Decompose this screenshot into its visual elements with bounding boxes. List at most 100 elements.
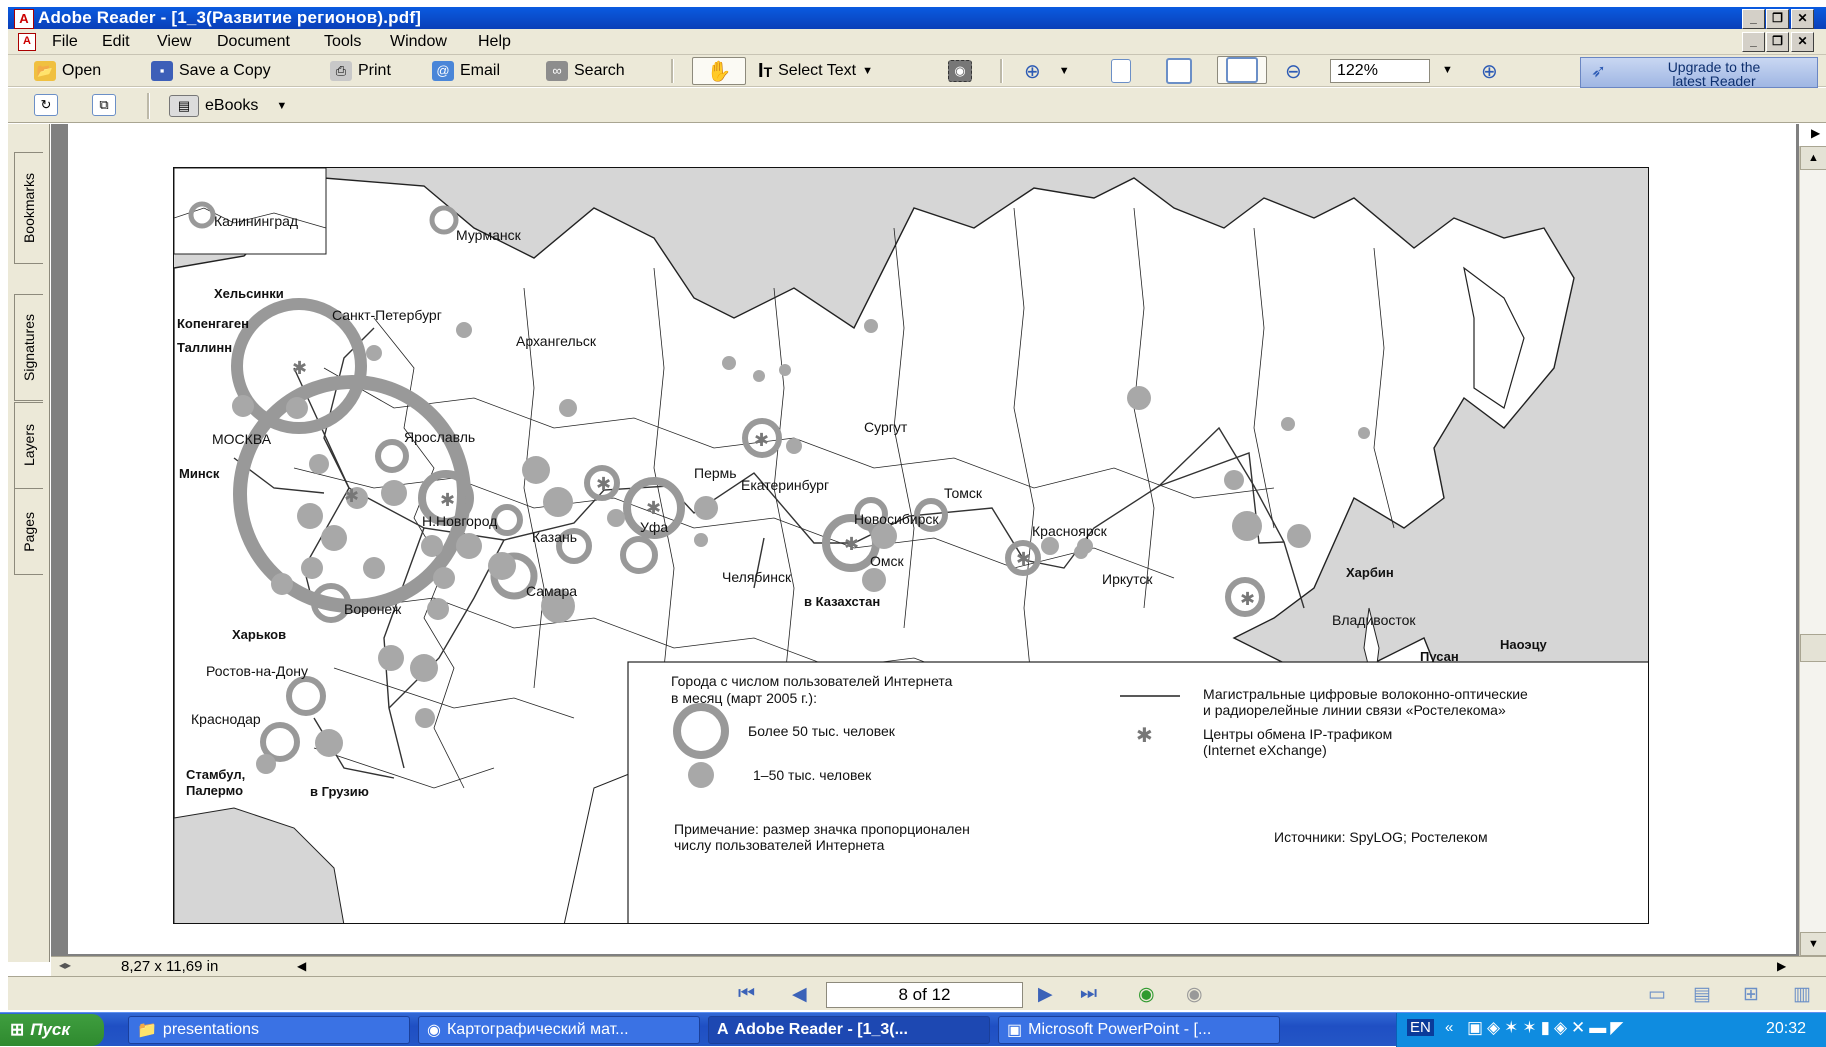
legend-lines-2: и радиорелейные линии связи «Ростелекома… [1203,702,1506,718]
save-copy-button[interactable]: ▪ Save a Copy [151,58,271,84]
menu-view[interactable]: View [157,33,191,51]
legend-small-dot-icon [688,762,714,788]
doc-minimize-button[interactable]: _ [1742,32,1765,52]
doc-close-button[interactable]: ✕ [1791,32,1814,52]
chevron-down-icon[interactable]: ▼ [276,100,287,112]
tab-layers[interactable]: Layers [14,402,43,489]
tab-signatures[interactable]: Signatures [14,294,43,401]
minus-circle-icon: ⊖ [1285,60,1302,83]
task-powerpoint[interactable]: ▣ Microsoft PowerPoint - [... [998,1016,1280,1044]
search-button[interactable]: ∞ Search [546,58,625,84]
vertical-scrollbar[interactable]: ▲ ▼ [1799,146,1826,956]
fit-width-button[interactable] [1217,56,1267,84]
chevron-down-icon[interactable]: ▼ [1059,65,1070,77]
select-text-button[interactable]: IT Select Text ▼ [758,58,873,84]
split-handle-icon[interactable]: ◂▸ [59,958,71,972]
label-nizhny-novgorod: Н.Новгород [422,513,497,529]
menu-tools[interactable]: Tools [324,33,361,51]
rotate-page-button[interactable]: ↻ [34,92,58,118]
doc-restore-button[interactable]: ❐ [1766,32,1789,52]
scroll-right-icon[interactable]: ▶ [1777,959,1786,973]
tab-bookmarks[interactable]: Bookmarks [14,152,43,264]
start-button[interactable]: ⊞ Пуск [0,1014,104,1046]
adobe-reader-app-icon: A [14,9,34,29]
chevron-down-icon[interactable]: ▼ [862,65,873,77]
page-number-input[interactable]: 8 of 12 [826,982,1023,1008]
windows-taskbar: ⊞ Пуск 📁 presentations ◉ Картографический … [0,1012,1826,1047]
task-presentations[interactable]: 📁 presentations [128,1016,410,1044]
go-forward-icon[interactable]: ◉ [1186,983,1203,1006]
window-title: Adobe Reader - [1_3(Развитие регионов).p… [38,8,422,27]
last-page-icon[interactable]: ⏭ [1080,983,1097,1005]
label-samara: Самара [526,583,577,599]
tray-icons[interactable]: ▣◈✶✶▮◈✕▬◤ [1467,1018,1627,1038]
ebook-icon: ▤ [169,95,199,117]
pane-arrow-icon[interactable]: ▶ [1811,126,1820,140]
hand-tool-button[interactable]: ✋ [692,57,746,85]
scroll-up-icon[interactable]: ▲ [1800,146,1826,170]
restore-button[interactable]: ❐ [1766,9,1789,29]
copy-page-icon: ⧉ [92,94,116,116]
legend-lines-1: Магистральные цифровые волоконно-оптичес… [1203,686,1528,702]
text-cursor-icon: IT [758,59,773,82]
fit-page-button[interactable] [1166,58,1192,84]
menu-window[interactable]: Window [390,33,447,51]
email-button[interactable]: @ Email [432,58,500,84]
facing-icon[interactable]: ⊞ [1743,983,1759,1006]
title-bar: A Adobe Reader - [1_3(Развитие регионов)… [8,7,1826,29]
label-minsk: Минск [179,466,220,481]
label-to-kazakhstan: в Казахстан [804,594,880,609]
page-navigation-bar: ⏮ ◀ 8 of 12 ▶ ⏭ ◉ ◉ ▭ ▤ ⊞ ▥ [8,976,1826,1010]
previous-page-icon[interactable]: ◀ [792,983,807,1006]
document-icon[interactable]: A [18,33,36,51]
zoom-out-button[interactable]: ⊖ [1285,58,1302,84]
minimize-button[interactable]: _ [1742,9,1765,29]
menu-document[interactable]: Document [217,33,290,51]
tab-pages[interactable]: Pages [14,488,43,575]
single-page-icon[interactable]: ▭ [1648,983,1666,1006]
copy-page-button[interactable]: ⧉ [92,92,116,118]
zoom-in-button[interactable]: ⊕ [1481,58,1498,84]
task-cartographic[interactable]: ◉ Картографический мат... [418,1016,700,1044]
first-page-icon[interactable]: ⏮ [738,983,755,1005]
scroll-left-icon[interactable]: ◀ [297,959,306,973]
scroll-down-icon[interactable]: ▼ [1800,932,1826,956]
continuous-facing-icon[interactable]: ▥ [1793,983,1811,1006]
fit-page-icon [1166,58,1192,84]
menu-edit[interactable]: Edit [102,33,130,51]
zoom-input[interactable]: 122% [1330,59,1430,83]
print-button[interactable]: ⎙ Print [330,58,391,84]
actual-size-button[interactable] [1111,58,1131,84]
printer-icon: ⎙ [330,61,352,81]
close-button[interactable]: ✕ [1791,9,1814,29]
label-naoetsu: Наоэцу [1500,637,1548,652]
legend-small: 1–50 тыс. человек [753,767,872,783]
label-to-georgia: в Грузию [310,784,369,799]
label-tallinn: Таллинн [177,340,232,355]
zoom-in-tool-button[interactable]: ⊕ ▼ [1024,58,1070,84]
upgrade-reader-button[interactable]: ➶ Upgrade to the latest Reader [1580,57,1818,88]
label-kharkov: Харьков [232,627,286,642]
label-harbin: Харбин [1346,565,1394,580]
browser-icon: ◉ [427,1022,441,1039]
snapshot-button[interactable]: ◉ [948,58,972,84]
zoom-dropdown-icon[interactable]: ▼ [1442,64,1453,76]
label-krasnoyarsk: Красноярск [1032,523,1108,539]
svg-text:✱: ✱ [292,358,307,378]
task-adobe-reader[interactable]: A Adobe Reader - [1_3(... [708,1016,990,1044]
powerpoint-icon: ▣ [1007,1022,1023,1039]
menu-bar: A File Edit View Document Tools Window H… [8,29,1826,55]
label-tomsk: Томск [944,485,983,501]
menu-file[interactable]: File [52,33,78,51]
tray-expand-icon[interactable]: « [1445,1019,1453,1036]
scroll-thumb[interactable] [1800,634,1826,662]
menu-help[interactable]: Help [478,33,511,51]
windows-flag-icon: ⊞ [10,1020,25,1039]
language-indicator[interactable]: EN [1407,1019,1434,1036]
ebooks-button[interactable]: ▤ eBooks ▼ [169,93,287,119]
continuous-icon[interactable]: ▤ [1693,983,1711,1006]
clock: 20:32 [1766,1020,1807,1037]
open-button[interactable]: 📂 Open [34,58,101,84]
go-back-icon[interactable]: ◉ [1138,983,1155,1006]
next-page-icon[interactable]: ▶ [1038,983,1053,1006]
